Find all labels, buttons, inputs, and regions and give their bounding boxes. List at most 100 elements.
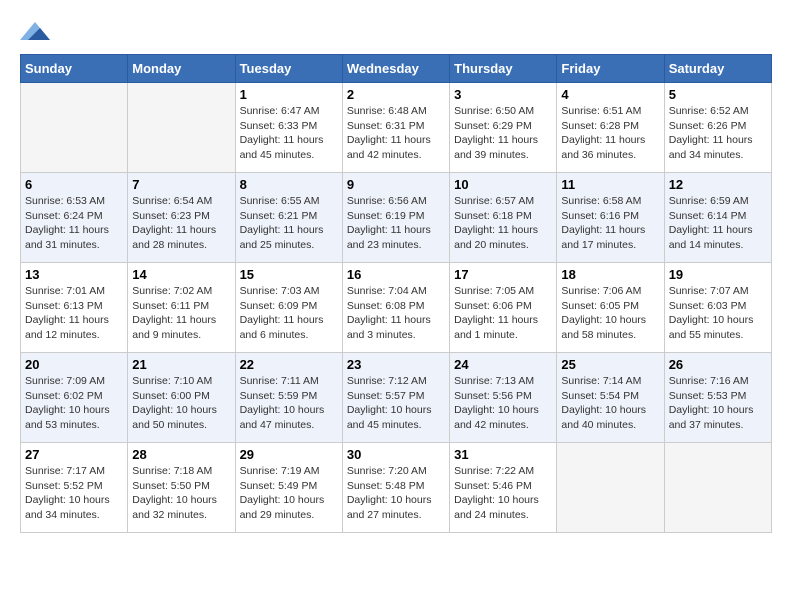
calendar-week-row: 6Sunrise: 6:53 AMSunset: 6:24 PMDaylight… — [21, 173, 772, 263]
day-number: 20 — [25, 357, 123, 372]
cell-info: Sunrise: 7:01 AMSunset: 6:13 PMDaylight:… — [25, 284, 123, 343]
calendar-cell: 30 Sunrise: 7:20 AMSunset: 5:48 PMDayligh… — [342, 443, 449, 533]
day-header-monday: Monday — [128, 55, 235, 83]
day-number: 26 — [669, 357, 767, 372]
day-number: 25 — [561, 357, 659, 372]
cell-info: Sunrise: 6:59 AMSunset: 6:14 PMDaylight:… — [669, 194, 767, 253]
day-number: 30 — [347, 447, 445, 462]
calendar-cell: 5Sunrise: 6:52 AMSunset: 6:26 PMDaylight… — [664, 83, 771, 173]
cell-info: Sunrise: 6:57 AMSunset: 6:18 PMDaylight:… — [454, 194, 552, 253]
calendar-cell: 11 Sunrise: 6:58 AMSunset: 6:16 PMDayligh… — [557, 173, 664, 263]
cell-info: Sunrise: 7:11 AMSunset: 5:59 PMDaylight:… — [240, 374, 338, 433]
day-number: 9 — [347, 177, 445, 192]
cell-info: Sunrise: 7:10 AMSunset: 6:00 PMDaylight:… — [132, 374, 230, 433]
day-number: 31 — [454, 447, 552, 462]
calendar-cell: 9 Sunrise: 6:56 AMSunset: 6:19 PMDaylight… — [342, 173, 449, 263]
day-number: 22 — [240, 357, 338, 372]
cell-info: Sunrise: 6:56 AMSunset: 6:19 PMDaylight:… — [347, 194, 445, 253]
cell-info: Sunrise: 7:18 AMSunset: 5:50 PMDaylight:… — [132, 464, 230, 523]
day-number: 24 — [454, 357, 552, 372]
calendar-cell: 12Sunrise: 6:59 AMSunset: 6:14 PMDayligh… — [664, 173, 771, 263]
calendar-cell — [21, 83, 128, 173]
calendar-cell: 2Sunrise: 6:48 AMSunset: 6:31 PMDaylight… — [342, 83, 449, 173]
day-header-sunday: Sunday — [21, 55, 128, 83]
day-number: 14 — [132, 267, 230, 282]
calendar-cell — [664, 443, 771, 533]
calendar-cell: 22 Sunrise: 7:11 AMSunset: 5:59 PMDayligh… — [235, 353, 342, 443]
calendar-cell: 8 Sunrise: 6:55 AMSunset: 6:21 PMDaylight… — [235, 173, 342, 263]
calendar-header-row: SundayMondayTuesdayWednesdayThursdayFrid… — [21, 55, 772, 83]
page-header — [20, 20, 772, 44]
cell-info: Sunrise: 7:20 AMSunset: 5:48 PMDaylight:… — [347, 464, 445, 523]
calendar-cell: 25 Sunrise: 7:14 AMSunset: 5:54 PMDayligh… — [557, 353, 664, 443]
day-header-wednesday: Wednesday — [342, 55, 449, 83]
day-number: 28 — [132, 447, 230, 462]
cell-info: Sunrise: 7:22 AMSunset: 5:46 PMDaylight:… — [454, 464, 552, 523]
calendar-cell: 24 Sunrise: 7:13 AMSunset: 5:56 PMDayligh… — [450, 353, 557, 443]
day-number: 15 — [240, 267, 338, 282]
calendar-cell — [128, 83, 235, 173]
cell-info: Sunrise: 6:55 AMSunset: 6:21 PMDaylight:… — [240, 194, 338, 253]
day-header-thursday: Thursday — [450, 55, 557, 83]
calendar-week-row: 13 Sunrise: 7:01 AMSunset: 6:13 PMDayligh… — [21, 263, 772, 353]
day-number: 5 — [669, 87, 767, 102]
calendar-cell: 17 Sunrise: 7:05 AMSunset: 6:06 PMDayligh… — [450, 263, 557, 353]
day-number: 21 — [132, 357, 230, 372]
calendar-cell: 20 Sunrise: 7:09 AMSunset: 6:02 PMDayligh… — [21, 353, 128, 443]
day-header-saturday: Saturday — [664, 55, 771, 83]
day-number: 23 — [347, 357, 445, 372]
logo — [20, 20, 54, 44]
calendar-cell: 21 Sunrise: 7:10 AMSunset: 6:00 PMDayligh… — [128, 353, 235, 443]
calendar-table: SundayMondayTuesdayWednesdayThursdayFrid… — [20, 54, 772, 533]
calendar-cell: 6Sunrise: 6:53 AMSunset: 6:24 PMDaylight… — [21, 173, 128, 263]
day-number: 4 — [561, 87, 659, 102]
cell-info: Sunrise: 7:14 AMSunset: 5:54 PMDaylight:… — [561, 374, 659, 433]
calendar-cell: 10 Sunrise: 6:57 AMSunset: 6:18 PMDayligh… — [450, 173, 557, 263]
logo-icon — [20, 20, 50, 44]
day-number: 8 — [240, 177, 338, 192]
calendar-week-row: 27Sunrise: 7:17 AMSunset: 5:52 PMDayligh… — [21, 443, 772, 533]
calendar-cell: 14 Sunrise: 7:02 AMSunset: 6:11 PMDayligh… — [128, 263, 235, 353]
cell-info: Sunrise: 7:04 AMSunset: 6:08 PMDaylight:… — [347, 284, 445, 343]
calendar-cell — [557, 443, 664, 533]
calendar-cell: 18 Sunrise: 7:06 AMSunset: 6:05 PMDayligh… — [557, 263, 664, 353]
cell-info: Sunrise: 6:50 AMSunset: 6:29 PMDaylight:… — [454, 104, 552, 163]
calendar-cell: 31 Sunrise: 7:22 AMSunset: 5:46 PMDayligh… — [450, 443, 557, 533]
day-header-friday: Friday — [557, 55, 664, 83]
cell-info: Sunrise: 7:05 AMSunset: 6:06 PMDaylight:… — [454, 284, 552, 343]
day-number: 19 — [669, 267, 767, 282]
cell-info: Sunrise: 7:16 AMSunset: 5:53 PMDaylight:… — [669, 374, 767, 433]
cell-info: Sunrise: 6:54 AMSunset: 6:23 PMDaylight:… — [132, 194, 230, 253]
calendar-cell: 13 Sunrise: 7:01 AMSunset: 6:13 PMDayligh… — [21, 263, 128, 353]
calendar-cell: 15Sunrise: 7:03 AMSunset: 6:09 PMDayligh… — [235, 263, 342, 353]
day-number: 29 — [240, 447, 338, 462]
cell-info: Sunrise: 7:13 AMSunset: 5:56 PMDaylight:… — [454, 374, 552, 433]
calendar-cell: 19Sunrise: 7:07 AMSunset: 6:03 PMDayligh… — [664, 263, 771, 353]
day-number: 10 — [454, 177, 552, 192]
day-number: 18 — [561, 267, 659, 282]
cell-info: Sunrise: 7:12 AMSunset: 5:57 PMDaylight:… — [347, 374, 445, 433]
cell-info: Sunrise: 7:09 AMSunset: 6:02 PMDaylight:… — [25, 374, 123, 433]
day-number: 6 — [25, 177, 123, 192]
day-number: 2 — [347, 87, 445, 102]
day-number: 13 — [25, 267, 123, 282]
day-number: 27 — [25, 447, 123, 462]
calendar-cell: 4Sunrise: 6:51 AMSunset: 6:28 PMDaylight… — [557, 83, 664, 173]
calendar-cell: 1Sunrise: 6:47 AMSunset: 6:33 PMDaylight… — [235, 83, 342, 173]
calendar-cell: 28 Sunrise: 7:18 AMSunset: 5:50 PMDayligh… — [128, 443, 235, 533]
cell-info: Sunrise: 7:02 AMSunset: 6:11 PMDaylight:… — [132, 284, 230, 343]
day-number: 17 — [454, 267, 552, 282]
calendar-cell: 7 Sunrise: 6:54 AMSunset: 6:23 PMDaylight… — [128, 173, 235, 263]
calendar-cell: 3Sunrise: 6:50 AMSunset: 6:29 PMDaylight… — [450, 83, 557, 173]
day-number: 11 — [561, 177, 659, 192]
cell-info: Sunrise: 7:19 AMSunset: 5:49 PMDaylight:… — [240, 464, 338, 523]
day-number: 7 — [132, 177, 230, 192]
calendar-cell: 27Sunrise: 7:17 AMSunset: 5:52 PMDayligh… — [21, 443, 128, 533]
day-number: 1 — [240, 87, 338, 102]
calendar-cell: 16Sunrise: 7:04 AMSunset: 6:08 PMDayligh… — [342, 263, 449, 353]
calendar-week-row: 20 Sunrise: 7:09 AMSunset: 6:02 PMDayligh… — [21, 353, 772, 443]
calendar-cell: 26 Sunrise: 7:16 AMSunset: 5:53 PMDayligh… — [664, 353, 771, 443]
day-header-tuesday: Tuesday — [235, 55, 342, 83]
cell-info: Sunrise: 6:58 AMSunset: 6:16 PMDaylight:… — [561, 194, 659, 253]
cell-info: Sunrise: 7:06 AMSunset: 6:05 PMDaylight:… — [561, 284, 659, 343]
